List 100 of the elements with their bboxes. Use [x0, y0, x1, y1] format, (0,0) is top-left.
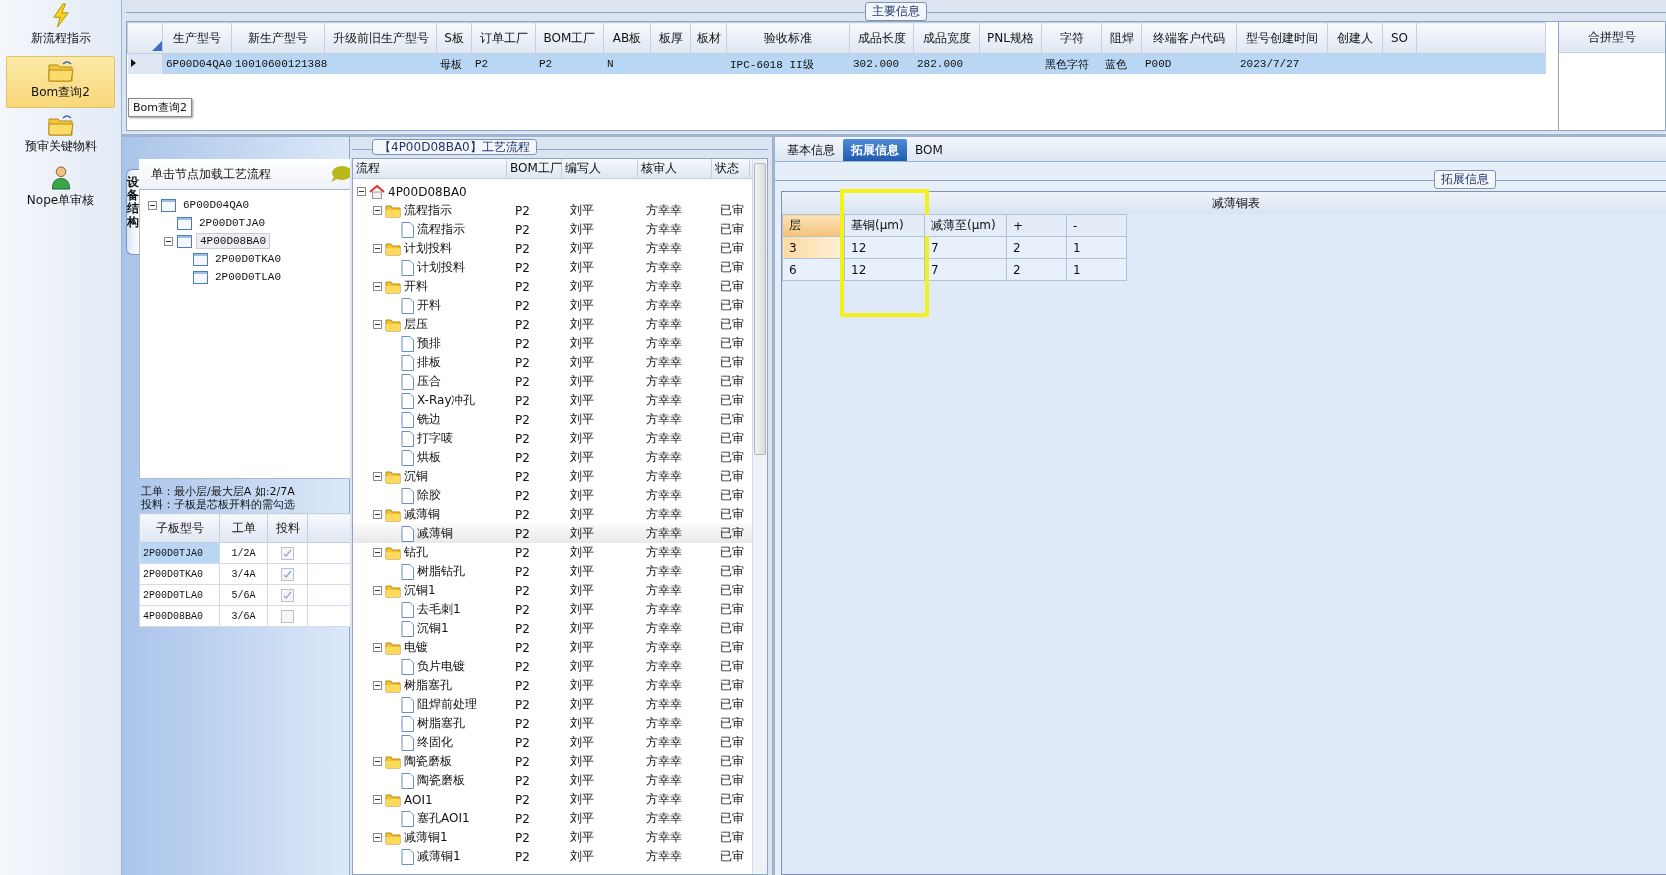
process-row[interactable]: 沉铜1 P2 刘平 方幸幸 已审 [353, 581, 752, 600]
tab[interactable]: 拓展信息 [843, 139, 907, 161]
column-header[interactable]: PNL规格 [979, 22, 1042, 54]
scrollbar[interactable] [752, 159, 767, 874]
process-row[interactable]: 钻孔 P2 刘平 方幸幸 已审 [353, 543, 752, 562]
process-row[interactable]: 开料 P2 刘平 方幸幸 已审 [353, 296, 752, 315]
column-header[interactable]: 生产型号 [162, 22, 232, 54]
column-header[interactable]: + [1006, 214, 1067, 237]
collapse-icon[interactable] [373, 548, 382, 557]
nav-item[interactable]: 新流程指示 [6, 2, 115, 54]
process-row[interactable]: 层压 P2 刘平 方幸幸 已审 [353, 315, 752, 334]
column-header[interactable]: 终端客户代码 [1141, 22, 1237, 54]
process-row[interactable]: 终固化 P2 刘平 方幸幸 已审 [353, 733, 752, 752]
process-row[interactable]: 预排 P2 刘平 方幸幸 已审 [353, 334, 752, 353]
column-header[interactable]: 阻焊 [1101, 22, 1142, 54]
collapse-icon[interactable] [373, 320, 382, 329]
process-row[interactable]: 减薄铜 P2 刘平 方幸幸 已审 [353, 524, 752, 543]
collapse-icon[interactable] [373, 472, 382, 481]
column-header[interactable]: 合拼型号 [1559, 22, 1665, 53]
collapse-icon[interactable] [373, 681, 382, 690]
process-row[interactable]: 电镀 P2 刘平 方幸幸 已审 [353, 638, 752, 657]
process-row[interactable]: 4P00D08BA0 [353, 182, 752, 201]
column-header[interactable]: 子板型号 [139, 513, 220, 543]
collapse-icon[interactable] [373, 795, 382, 804]
process-row[interactable]: 压合 P2 刘平 方幸幸 已审 [353, 372, 752, 391]
column-header[interactable]: AB板 [603, 22, 651, 54]
collapse-icon[interactable] [373, 510, 382, 519]
column-header[interactable]: BOM工厂 [507, 159, 562, 178]
nav-item[interactable]: 预审关键物料 [6, 110, 115, 162]
nav-item[interactable]: Nope单审核 [6, 164, 115, 216]
process-row[interactable]: 计划投料 P2 刘平 方幸幸 已审 [353, 239, 752, 258]
column-header[interactable]: 状态 [712, 159, 750, 178]
process-row[interactable]: 打字唛 P2 刘平 方幸幸 已审 [353, 429, 752, 448]
process-row[interactable]: X-Ray冲孔 P2 刘平 方幸幸 已审 [353, 391, 752, 410]
column-header[interactable]: 创建人 [1327, 22, 1383, 54]
process-row[interactable]: 树脂钻孔 P2 刘平 方幸幸 已审 [353, 562, 752, 581]
process-row[interactable]: 流程指示 P2 刘平 方幸幸 已审 [353, 201, 752, 220]
tree-node[interactable]: 2P00D0TKA0 [212, 252, 284, 266]
column-header[interactable]: 板材 [690, 22, 727, 54]
column-header[interactable]: 工单 [219, 513, 268, 543]
column-header[interactable]: 流程 [353, 159, 507, 178]
column-header[interactable]: S板 [436, 22, 472, 54]
column-header[interactable]: 成品长度 [849, 22, 914, 54]
process-row[interactable]: 陶瓷磨板 P2 刘平 方幸幸 已审 [353, 771, 752, 790]
column-header[interactable]: - [1066, 214, 1127, 237]
tree-node[interactable]: 2P00D0TJA0 [196, 216, 268, 230]
column-header[interactable]: 减薄至(μm) [924, 214, 1007, 237]
column-header[interactable]: 编写人 [562, 159, 638, 178]
checkbox[interactable] [281, 588, 294, 602]
column-header[interactable]: 层 [782, 214, 845, 237]
column-header[interactable]: 升级前旧生产型号 [324, 22, 437, 54]
tree-node[interactable]: 2P00D0TLA0 [212, 270, 284, 284]
vertical-tab[interactable]: 设备结构 [126, 169, 139, 255]
collapse-icon[interactable] [373, 282, 382, 291]
collapse-icon[interactable] [148, 200, 157, 210]
collapse-icon[interactable] [373, 586, 382, 595]
column-header[interactable]: BOM工厂 [535, 22, 604, 54]
process-row[interactable]: 开料 P2 刘平 方幸幸 已审 [353, 277, 752, 296]
process-row[interactable]: 减薄铜 P2 刘平 方幸幸 已审 [353, 505, 752, 524]
process-row[interactable]: 陶瓷磨板 P2 刘平 方幸幸 已审 [353, 752, 752, 771]
column-header[interactable]: 新生产型号 [231, 22, 325, 54]
column-header[interactable]: 投料 [267, 513, 308, 543]
tree-node[interactable]: 6P00D04QA0 [180, 198, 252, 212]
process-row[interactable]: 塞孔AOI1 P2 刘平 方幸幸 已审 [353, 809, 752, 828]
process-row[interactable]: 烘板 P2 刘平 方幸幸 已审 [353, 448, 752, 467]
process-row[interactable]: 树脂塞孔 P2 刘平 方幸幸 已审 [353, 714, 752, 733]
process-row[interactable]: 阻焊前处理 P2 刘平 方幸幸 已审 [353, 695, 752, 714]
collapse-icon[interactable] [373, 757, 382, 766]
process-row[interactable]: AOI1 P2 刘平 方幸幸 已审 [353, 790, 752, 809]
process-row[interactable]: 沉铜 P2 刘平 方幸幸 已审 [353, 467, 752, 486]
process-row[interactable]: 树脂塞孔 P2 刘平 方幸幸 已审 [353, 676, 752, 695]
process-row[interactable]: 去毛刺1 P2 刘平 方幸幸 已审 [353, 600, 752, 619]
process-row[interactable]: 减薄铜1 P2 刘平 方幸幸 已审 [353, 847, 752, 866]
nav-item[interactable]: Bom查询2 [6, 56, 115, 108]
process-row[interactable]: 除胶 P2 刘平 方幸幸 已审 [353, 486, 752, 505]
collapse-icon[interactable] [357, 187, 366, 196]
process-row[interactable]: 铣边 P2 刘平 方幸幸 已审 [353, 410, 752, 429]
column-header[interactable]: 成品宽度 [913, 22, 980, 54]
checkbox[interactable] [281, 609, 294, 623]
column-header[interactable]: SO [1382, 22, 1417, 54]
collapse-icon[interactable] [373, 206, 382, 215]
column-header[interactable]: 字符 [1041, 22, 1102, 54]
collapse-icon[interactable] [164, 236, 173, 246]
column-header[interactable]: 订单工厂 [471, 22, 536, 54]
column-header[interactable]: 型号创建时间 [1236, 22, 1328, 54]
process-row[interactable]: 减薄铜1 P2 刘平 方幸幸 已审 [353, 828, 752, 847]
process-row[interactable]: 排板 P2 刘平 方幸幸 已审 [353, 353, 752, 372]
column-header[interactable]: 核审人 [638, 159, 712, 178]
column-header[interactable]: 板厚 [650, 22, 691, 54]
column-header[interactable]: 验收标准 [726, 22, 850, 54]
process-row[interactable]: 计划投料 P2 刘平 方幸幸 已审 [353, 258, 752, 277]
collapse-icon[interactable] [373, 244, 382, 253]
checkbox[interactable] [281, 567, 294, 581]
tab[interactable]: BOM [907, 139, 951, 161]
collapse-icon[interactable] [373, 643, 382, 652]
tab[interactable]: 基本信息 [779, 139, 843, 161]
checkbox[interactable] [281, 546, 294, 560]
process-row[interactable]: 流程指示 P2 刘平 方幸幸 已审 [353, 220, 752, 239]
collapse-icon[interactable] [373, 833, 382, 842]
process-row[interactable]: 沉铜1 P2 刘平 方幸幸 已审 [353, 619, 752, 638]
